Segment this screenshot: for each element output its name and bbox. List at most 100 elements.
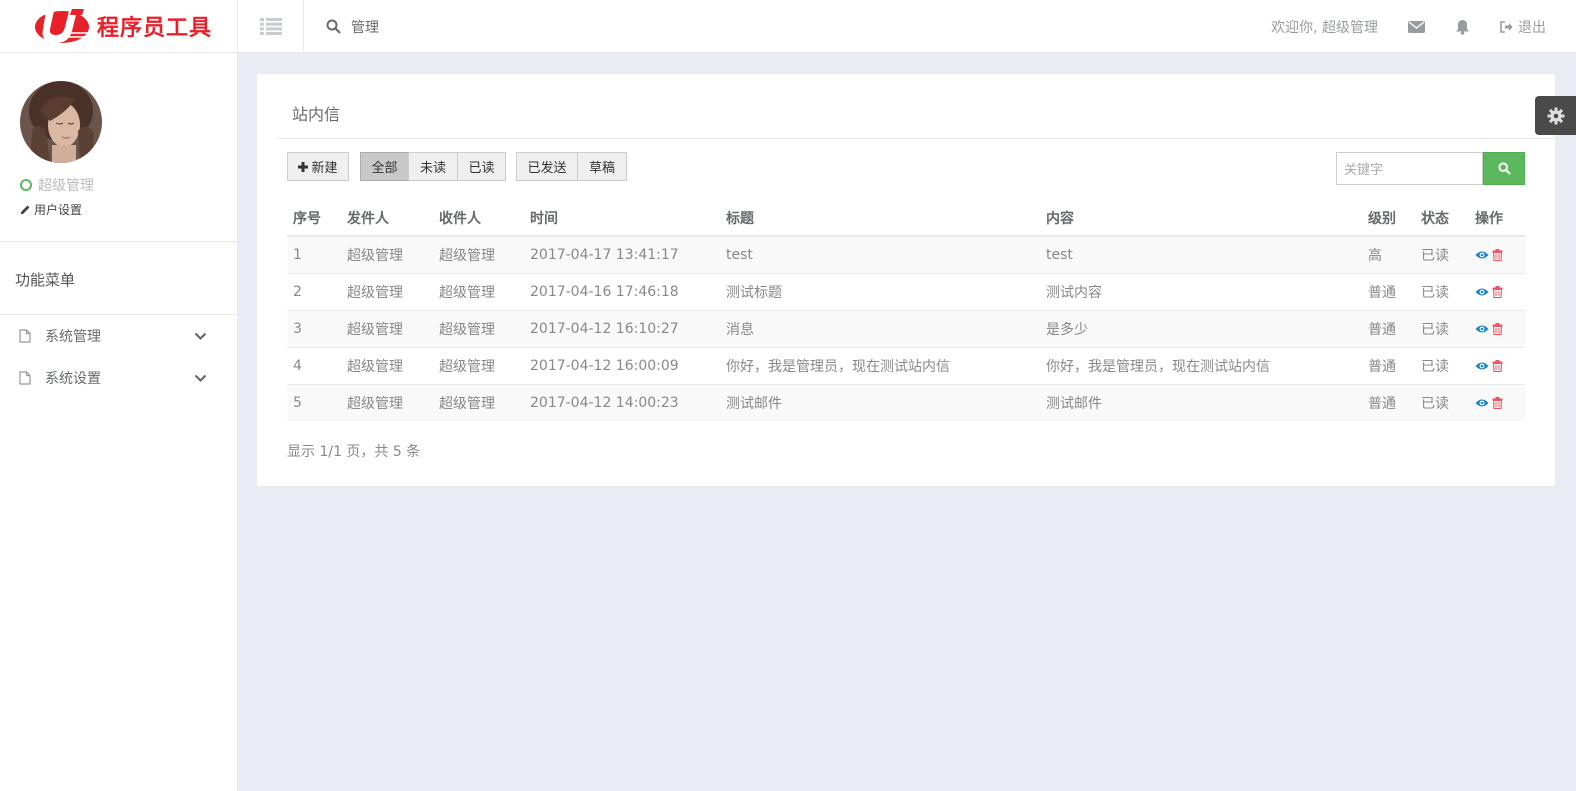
cell-status: 已读 (1415, 272, 1469, 310)
keyword-search-button[interactable] (1483, 152, 1525, 185)
trash-icon (1492, 322, 1503, 335)
column-header: 级别 (1362, 200, 1415, 237)
filter-unread-label: 未读 (419, 161, 446, 176)
new-button-label: 新建 (311, 161, 338, 176)
cell-level: 普通 (1362, 346, 1415, 384)
trash-icon (1492, 248, 1503, 261)
sidebar-item-label: 系统管理 (45, 329, 101, 345)
top-search[interactable]: 管理 (326, 0, 379, 53)
logo-mark-icon (35, 9, 89, 43)
trash-icon (1492, 285, 1503, 298)
pagination-info: 显示 1/1 页，共 5 条 (287, 444, 421, 460)
keyword-search-input[interactable]: 关键字 (1336, 152, 1483, 185)
gear-icon (1547, 107, 1564, 124)
avatar-image (20, 81, 102, 163)
filter-read-button[interactable]: 已读 (457, 152, 506, 181)
view-button[interactable] (1475, 250, 1489, 260)
cell-content: test (1040, 235, 1362, 273)
table-row[interactable]: 4 超级管理 超级管理 2017-04-12 16:00:09 你好，我是管理员，现在测… (287, 346, 1525, 384)
cell-level: 普通 (1362, 383, 1415, 421)
cell-level: 普通 (1362, 309, 1415, 347)
cell-sender: 超级管理 (341, 346, 433, 384)
plus-icon (298, 161, 309, 172)
notification-button[interactable] (1455, 19, 1470, 35)
user-name: 超级管理 (38, 178, 94, 194)
file-icon (19, 329, 31, 343)
logout-label: 退出 (1518, 19, 1546, 36)
mail-button[interactable] (1408, 20, 1425, 34)
cell-sender: 超级管理 (341, 383, 433, 421)
view-button[interactable] (1475, 324, 1489, 334)
envelope-icon (1408, 20, 1425, 33)
bell-icon (1456, 19, 1469, 35)
delete-button[interactable] (1492, 285, 1503, 298)
chevron-down-icon (194, 374, 207, 382)
logo-text: 程序员工具 (97, 16, 213, 41)
cell-time: 2017-04-12 16:10:27 (524, 309, 720, 347)
filter-unread-button[interactable]: 未读 (408, 152, 458, 181)
mail-card: 站内信 新建 全部 未读 已读 已发送 草稿 关键字 序号 发件人 收件人 时间 (257, 74, 1555, 486)
new-message-button[interactable]: 新建 (287, 152, 349, 181)
cell-time: 2017-04-16 17:46:18 (524, 272, 720, 310)
eye-icon (1475, 362, 1489, 369)
cell-content: 你好，我是管理员，现在测试站内信 (1040, 346, 1362, 384)
view-button[interactable] (1475, 361, 1489, 371)
cell-subject: test (720, 235, 1040, 273)
view-button[interactable] (1475, 287, 1489, 297)
user-settings-link[interactable]: 用户设置 (20, 201, 82, 218)
table-header-row: 序号 发件人 收件人 时间 标题 内容 级别 状态 操作 (287, 200, 1525, 237)
column-header: 时间 (524, 200, 720, 237)
row-actions (1475, 359, 1525, 372)
search-icon (1497, 162, 1511, 175)
table-row[interactable]: 5 超级管理 超级管理 2017-04-12 14:00:23 测试邮件 测试邮件 普通 已读 (287, 383, 1525, 421)
delete-button[interactable] (1492, 248, 1503, 261)
trash-icon (1492, 396, 1503, 409)
logo[interactable]: 程序员工具 (0, 0, 238, 53)
delete-button[interactable] (1492, 322, 1503, 335)
cell-row-index: 2 (287, 272, 341, 310)
filter-draft-button[interactable]: 草稿 (577, 152, 627, 181)
sidebar: 超级管理 用户设置 功能菜单 系统管理 系统设置 (0, 53, 238, 791)
cell-operations (1469, 346, 1525, 384)
avatar[interactable] (20, 81, 102, 163)
eye-icon (1475, 251, 1489, 259)
filter-sent-label: 已发送 (527, 161, 567, 176)
column-header: 内容 (1040, 200, 1362, 237)
delete-button[interactable] (1492, 396, 1503, 409)
row-actions (1475, 248, 1525, 261)
delete-button[interactable] (1492, 359, 1503, 372)
cell-subject: 测试标题 (720, 272, 1040, 310)
theme-settings-button[interactable] (1535, 96, 1576, 135)
filter-draft-label: 草稿 (588, 161, 615, 176)
file-icon (19, 371, 31, 385)
cell-content: 测试邮件 (1040, 383, 1362, 421)
menu-toggle-button[interactable] (238, 0, 304, 53)
logout-link[interactable]: 退出 (1500, 17, 1546, 37)
sidebar-item-system-settings[interactable]: 系统设置 (0, 358, 237, 398)
table-row[interactable]: 1 超级管理 超级管理 2017-04-17 13:41:17 test test 高已读 (287, 235, 1525, 273)
menu-title: 功能菜单 (15, 271, 76, 289)
view-button[interactable] (1475, 398, 1489, 408)
sidebar-item-system-management[interactable]: 系统管理 (0, 316, 237, 356)
cell-status: 已读 (1415, 346, 1469, 384)
column-header: 标题 (720, 200, 1040, 237)
cell-content: 测试内容 (1040, 272, 1362, 310)
cell-row-index: 5 (287, 383, 341, 421)
cell-row-index: 4 (287, 346, 341, 384)
table-row[interactable]: 2 超级管理 超级管理 2017-04-16 17:46:18 测试标题 测试内容 普通 已读 (287, 272, 1525, 310)
cell-operations (1469, 235, 1525, 273)
cell-status: 已读 (1415, 383, 1469, 421)
table-row[interactable]: 3 超级管理 超级管理 2017-04-12 16:10:27 消息 是多少 普通 已读 (287, 309, 1525, 347)
row-actions (1475, 285, 1525, 298)
column-header: 序号 (287, 200, 341, 237)
cell-recipient: 超级管理 (433, 346, 524, 384)
filter-all-button[interactable]: 全部 (360, 152, 409, 181)
row-actions (1475, 322, 1525, 335)
cell-level: 高 (1362, 235, 1415, 273)
cell-subject: 你好，我是管理员，现在测试站内信 (720, 346, 1040, 384)
eye-icon (1475, 399, 1489, 407)
column-header: 操作 (1469, 200, 1525, 237)
card-divider (277, 138, 1555, 139)
column-header: 收件人 (433, 200, 524, 237)
filter-sent-button[interactable]: 已发送 (516, 152, 578, 181)
